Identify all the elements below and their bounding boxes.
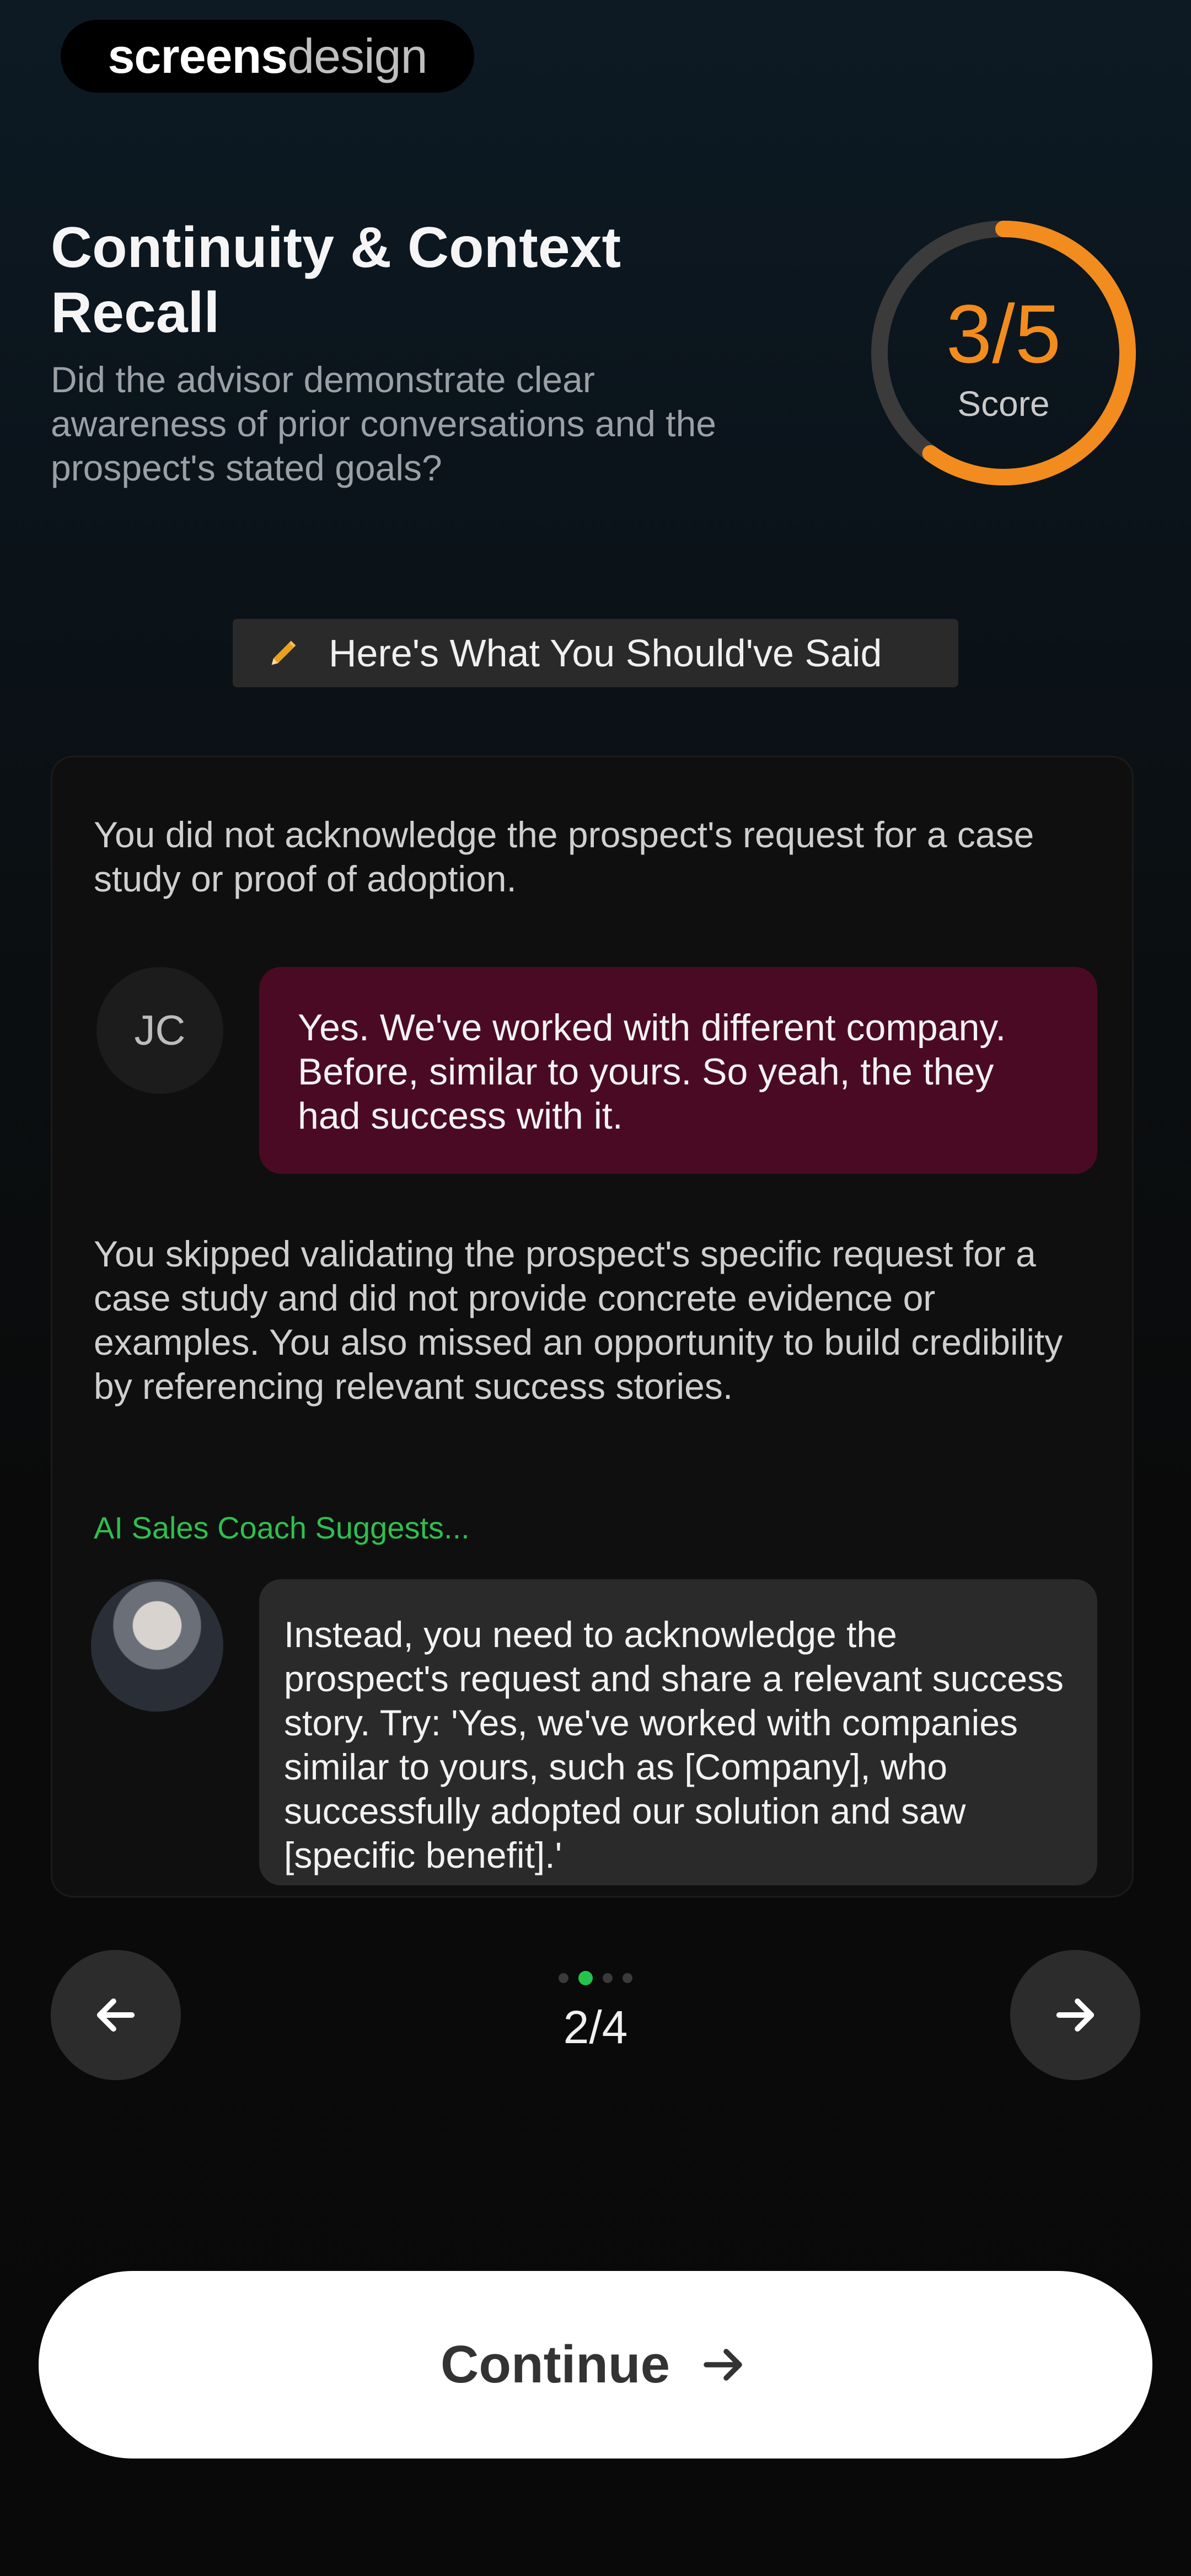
page-title: Continuity & Context Recall — [51, 216, 621, 345]
chip-label: Here's What You Should've Said — [329, 632, 882, 675]
pagination-dots — [540, 1971, 651, 1985]
feedback-text-primary: You did not acknowledge the prospect's r… — [94, 814, 1034, 899]
user-message-bubble: Yes. We've worked with different company… — [259, 967, 1097, 1174]
score-ring: 3/5 Score — [860, 210, 1147, 496]
pagination-dot — [623, 1973, 632, 1983]
user-avatar-initials: JC — [134, 1007, 186, 1054]
coach-avatar — [91, 1579, 223, 1712]
coach-suggests-label: AI Sales Coach Suggests... — [94, 1510, 470, 1545]
pagination-dot — [603, 1973, 613, 1983]
pagination-dot-active — [578, 1971, 593, 1985]
should-have-said-chip: Here's What You Should've Said — [233, 619, 958, 687]
arrow-right-icon — [698, 2338, 750, 2391]
screensdesign-watermark: screens design — [61, 20, 474, 93]
page-subtitle: Did the advisor demonstrate clear awaren… — [51, 359, 717, 488]
feedback-card: You did not acknowledge the prospect's r… — [51, 756, 1134, 1898]
pencil-icon — [262, 632, 304, 674]
watermark-light: design — [287, 29, 427, 83]
coach-message-text: Instead, you need to acknowledge the pro… — [284, 1614, 1064, 1875]
next-button[interactable] — [1010, 1950, 1140, 2080]
user-message-text: Yes. We've worked with different company… — [298, 1007, 1006, 1137]
score-value: 3/5 — [946, 287, 1061, 380]
coach-message-bubble: Instead, you need to acknowledge the pro… — [259, 1579, 1097, 1885]
previous-button[interactable] — [51, 1950, 181, 2080]
pagination-dot — [559, 1973, 568, 1983]
page-counter: 2/4 — [563, 2001, 628, 2053]
user-avatar: JC — [96, 967, 223, 1094]
screen: screens design Continuity & Context Recal… — [0, 0, 1191, 2576]
watermark-strong: screens — [108, 29, 288, 83]
feedback-text-detail: You skipped validating the prospect's sp… — [94, 1233, 1063, 1407]
arrow-right-icon — [1056, 1998, 1095, 2032]
continue-label: Continue — [441, 2335, 670, 2394]
arrow-left-icon — [96, 1998, 135, 2032]
score-label: Score — [957, 384, 1050, 424]
continue-button[interactable]: Continue — [39, 2271, 1152, 2459]
